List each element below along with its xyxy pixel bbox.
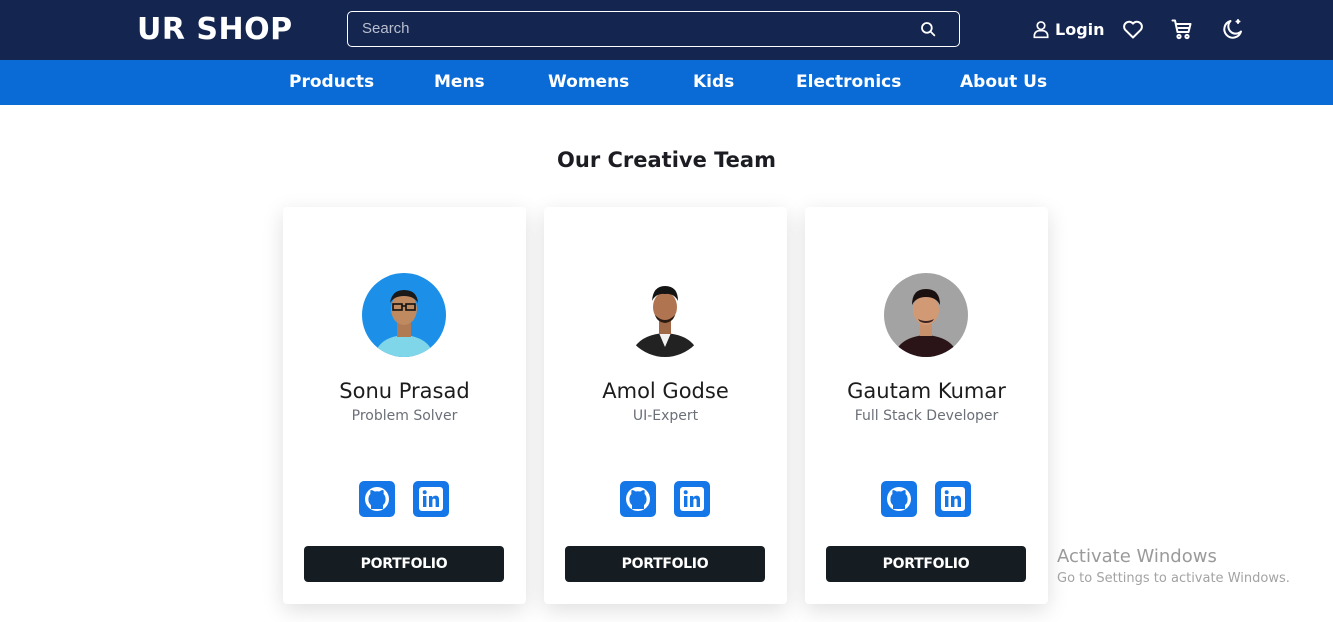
search-icon[interactable] bbox=[919, 20, 937, 38]
github-link[interactable] bbox=[359, 481, 395, 517]
category-nav: Products Mens Womens Kids Electronics Ab… bbox=[0, 60, 1333, 105]
login-button[interactable]: Login bbox=[1031, 16, 1105, 42]
github-link[interactable] bbox=[881, 481, 917, 517]
nav-item-products[interactable]: Products bbox=[289, 72, 374, 92]
moon-icon[interactable] bbox=[1221, 17, 1245, 41]
github-icon bbox=[365, 487, 389, 511]
member-role: Full Stack Developer bbox=[854, 408, 999, 424]
heart-icon[interactable] bbox=[1121, 17, 1145, 41]
top-header: UR SHOP Login bbox=[0, 0, 1333, 60]
github-link[interactable] bbox=[620, 481, 656, 517]
github-icon bbox=[626, 487, 650, 511]
section-title: Our Creative Team bbox=[557, 148, 776, 172]
portfolio-button[interactable]: PORTFOLIO bbox=[565, 546, 765, 582]
nav-item-womens[interactable]: Womens bbox=[548, 72, 629, 92]
site-logo[interactable]: UR SHOP bbox=[137, 12, 293, 47]
team-card: Amol Godse UI-Expert PORTFOLIO bbox=[544, 207, 787, 604]
nav-item-mens[interactable]: Mens bbox=[434, 72, 485, 92]
team-card: Sonu Prasad Problem Solver PORTFOLIO bbox=[283, 207, 526, 604]
member-name: Gautam Kumar bbox=[847, 379, 1006, 403]
github-icon bbox=[887, 487, 911, 511]
linkedin-link[interactable] bbox=[935, 481, 971, 517]
linkedin-icon bbox=[941, 487, 965, 511]
member-name: Amol Godse bbox=[602, 379, 729, 403]
avatar bbox=[362, 273, 446, 357]
linkedin-icon bbox=[419, 487, 443, 511]
member-role: UI-Expert bbox=[632, 408, 699, 424]
linkedin-link[interactable] bbox=[674, 481, 710, 517]
member-role: Problem Solver bbox=[351, 408, 458, 424]
login-label: Login bbox=[1055, 19, 1105, 39]
nav-item-electronics[interactable]: Electronics bbox=[796, 72, 901, 92]
search-bar bbox=[347, 11, 960, 47]
portfolio-button[interactable]: PORTFOLIO bbox=[826, 546, 1026, 582]
nav-item-about-us[interactable]: About Us bbox=[960, 72, 1047, 92]
avatar bbox=[623, 273, 707, 357]
cart-icon[interactable] bbox=[1170, 17, 1194, 41]
activate-windows-title: Activate Windows bbox=[1057, 546, 1217, 567]
linkedin-link[interactable] bbox=[413, 481, 449, 517]
nav-item-kids[interactable]: Kids bbox=[693, 72, 734, 92]
search-input[interactable] bbox=[348, 12, 908, 45]
user-icon bbox=[1033, 21, 1049, 39]
activate-windows-subtitle: Go to Settings to activate Windows. bbox=[1057, 571, 1290, 586]
portfolio-button[interactable]: PORTFOLIO bbox=[304, 546, 504, 582]
team-card: Gautam Kumar Full Stack Developer PORTFO… bbox=[805, 207, 1048, 604]
avatar bbox=[884, 273, 968, 357]
member-name: Sonu Prasad bbox=[339, 379, 470, 403]
linkedin-icon bbox=[680, 487, 704, 511]
